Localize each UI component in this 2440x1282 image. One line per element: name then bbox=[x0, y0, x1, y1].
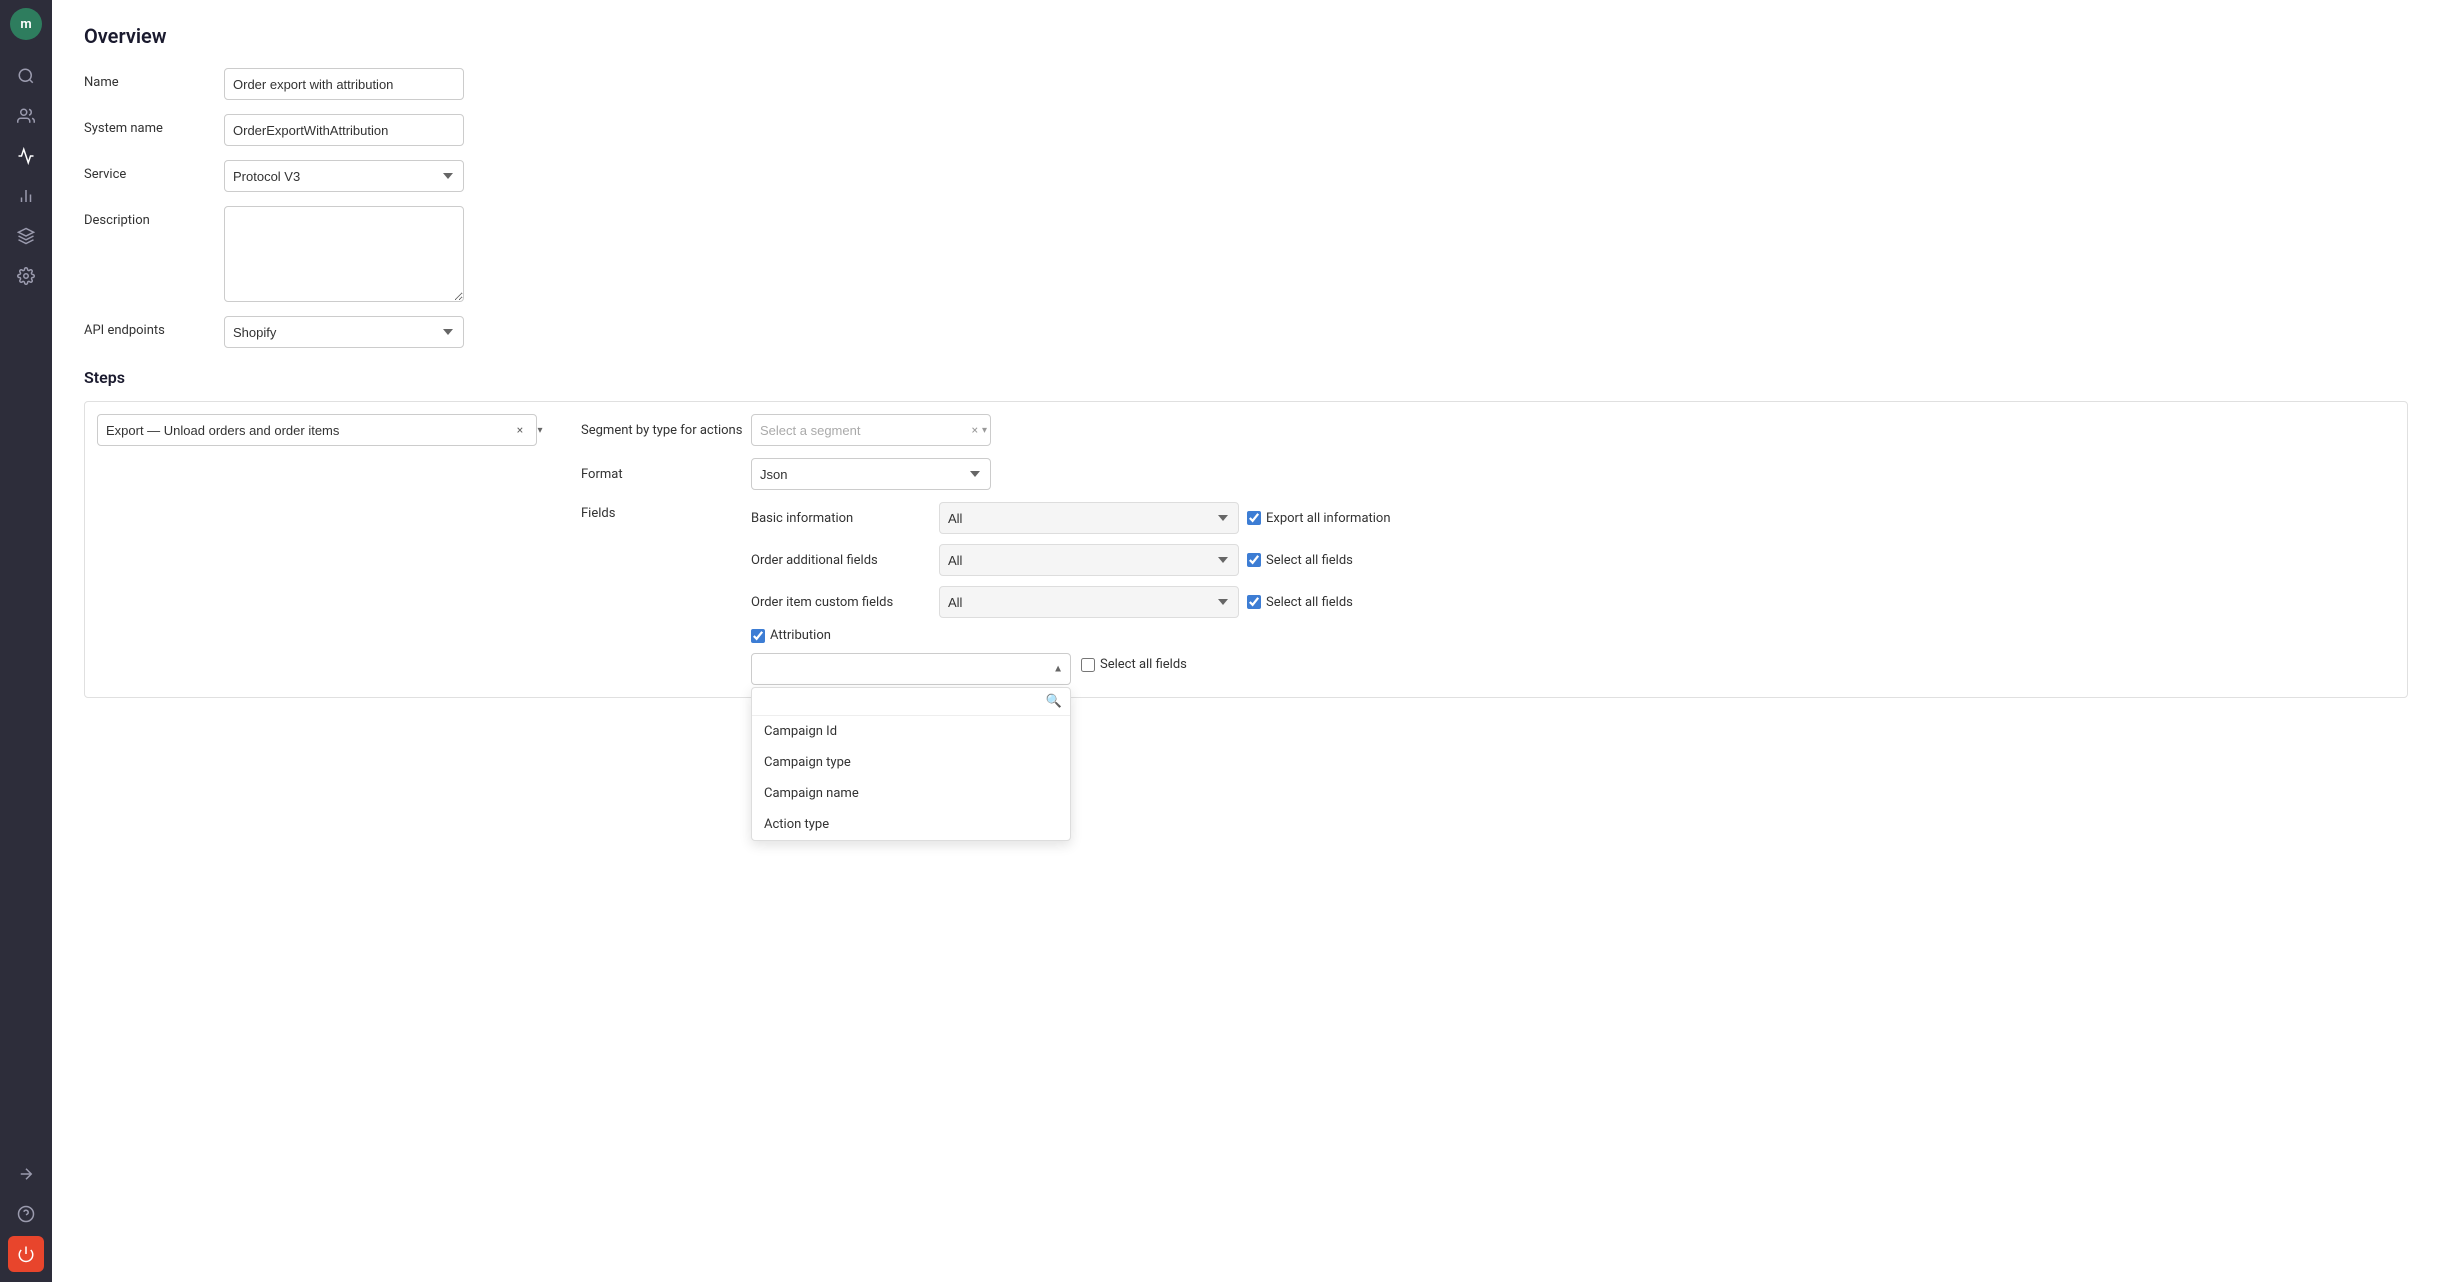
main-content: Overview Name System name Service Protoc… bbox=[52, 0, 2440, 1282]
step-right: Segment by type for actions Select a seg… bbox=[565, 414, 2407, 685]
order-item-line: Order item custom fields All Select all … bbox=[751, 586, 2391, 618]
attribution-checkbox-label[interactable]: Attribution bbox=[751, 628, 831, 643]
sidebar-item-power[interactable] bbox=[8, 1236, 44, 1272]
sidebar-item-integrations[interactable] bbox=[8, 218, 44, 254]
select-all-fields-label[interactable]: Select all fields bbox=[1081, 653, 1187, 672]
segment-dropdown-icon[interactable]: ▾ bbox=[982, 425, 987, 436]
service-row: Service Protocol V3 bbox=[84, 160, 2408, 192]
segment-clear-icon[interactable]: × bbox=[972, 423, 978, 437]
api-endpoints-label: API endpoints bbox=[84, 316, 224, 338]
name-label: Name bbox=[84, 68, 224, 90]
format-label: Format bbox=[581, 467, 751, 482]
sidebar-item-analytics[interactable] bbox=[8, 178, 44, 214]
step-dropdown-button[interactable]: ▾ bbox=[531, 421, 549, 439]
segment-row: Segment by type for actions Select a seg… bbox=[581, 414, 2391, 446]
order-additional-checkbox-label[interactable]: Select all fields bbox=[1247, 553, 1353, 568]
attribution-dropdown-popup: 🔍 Campaign Id Campaign type Campaign nam… bbox=[751, 687, 1071, 841]
api-endpoints-select[interactable]: Shopify bbox=[224, 316, 464, 348]
attribution-select-container: ▲ 🔍 Campaign Id Campaign type C bbox=[751, 653, 1071, 685]
description-row: Description bbox=[84, 206, 2408, 302]
dropdown-item-action-type[interactable]: Action type bbox=[752, 809, 1070, 840]
name-row: Name bbox=[84, 68, 2408, 100]
step-left: Export — Unload orders and order items ×… bbox=[85, 414, 565, 446]
sidebar-item-search[interactable] bbox=[8, 58, 44, 94]
order-additional-select[interactable]: All bbox=[939, 544, 1239, 576]
basic-info-select[interactable]: All bbox=[939, 502, 1239, 534]
api-endpoints-row: API endpoints Shopify bbox=[84, 316, 2408, 348]
step-select[interactable]: Export — Unload orders and order items bbox=[97, 414, 537, 446]
select-all-fields-checkbox[interactable] bbox=[1081, 658, 1095, 672]
attribution-checkbox[interactable] bbox=[751, 629, 765, 643]
steps-title: Steps bbox=[84, 368, 2408, 387]
steps-container: Export — Unload orders and order items ×… bbox=[84, 401, 2408, 698]
avatar[interactable]: m bbox=[10, 8, 42, 40]
segment-label: Segment by type for actions bbox=[581, 423, 751, 438]
format-row: Format Json bbox=[581, 458, 2391, 490]
system-name-input[interactable] bbox=[224, 114, 464, 146]
name-input[interactable] bbox=[224, 68, 464, 100]
service-label: Service bbox=[84, 160, 224, 182]
sidebar-item-campaigns[interactable] bbox=[8, 138, 44, 174]
system-name-label: System name bbox=[84, 114, 224, 136]
search-icon: 🔍 bbox=[1046, 694, 1062, 709]
fields-row: Fields Basic information All Export all … bbox=[581, 502, 2391, 685]
order-item-checkbox[interactable] bbox=[1247, 595, 1261, 609]
sidebar-item-users[interactable] bbox=[8, 98, 44, 134]
sidebar-item-export[interactable] bbox=[8, 1156, 44, 1192]
basic-info-checkbox-label[interactable]: Export all information bbox=[1247, 511, 1391, 526]
order-additional-line: Order additional fields All Select all f… bbox=[751, 544, 2391, 576]
dropdown-search-area: 🔍 bbox=[752, 688, 1070, 716]
fields-content: Basic information All Export all informa… bbox=[751, 502, 2391, 685]
basic-info-checkbox[interactable] bbox=[1247, 511, 1261, 525]
segment-select[interactable]: Select a segment bbox=[751, 414, 991, 446]
fields-label: Fields bbox=[581, 502, 751, 521]
order-additional-label: Order additional fields bbox=[751, 553, 931, 568]
step-row: Export — Unload orders and order items ×… bbox=[85, 402, 2407, 697]
system-name-row: System name bbox=[84, 114, 2408, 146]
page-title: Overview bbox=[84, 24, 2408, 48]
service-select[interactable]: Protocol V3 bbox=[224, 160, 464, 192]
segment-value: Select a segment × ▾ bbox=[751, 414, 2391, 446]
basic-info-label: Basic information bbox=[751, 511, 931, 526]
attribution-select[interactable] bbox=[751, 653, 1071, 685]
dropdown-item-campaign-type[interactable]: Campaign type bbox=[752, 747, 1070, 778]
sidebar-item-settings[interactable] bbox=[8, 258, 44, 294]
basic-info-line: Basic information All Export all informa… bbox=[751, 502, 2391, 534]
dropdown-search-input[interactable] bbox=[760, 694, 1040, 709]
step-clear-button[interactable]: × bbox=[511, 421, 529, 439]
sidebar-item-help[interactable] bbox=[8, 1196, 44, 1232]
attribution-dropdown-wrapper: ▲ 🔍 Campaign Id Campaign type C bbox=[751, 653, 2391, 685]
sidebar: m bbox=[0, 0, 52, 1282]
order-item-checkbox-label[interactable]: Select all fields bbox=[1247, 595, 1353, 610]
description-label: Description bbox=[84, 206, 224, 228]
dropdown-item-campaign-id[interactable]: Campaign Id bbox=[752, 716, 1070, 747]
order-item-label: Order item custom fields bbox=[751, 595, 931, 610]
step-select-wrapper: Export — Unload orders and order items ×… bbox=[97, 414, 553, 446]
order-additional-checkbox[interactable] bbox=[1247, 553, 1261, 567]
dropdown-item-campaign-name[interactable]: Campaign name bbox=[752, 778, 1070, 809]
attribution-row: Attribution bbox=[751, 628, 2391, 643]
description-input[interactable] bbox=[224, 206, 464, 302]
format-select[interactable]: Json bbox=[751, 458, 991, 490]
order-item-select[interactable]: All bbox=[939, 586, 1239, 618]
